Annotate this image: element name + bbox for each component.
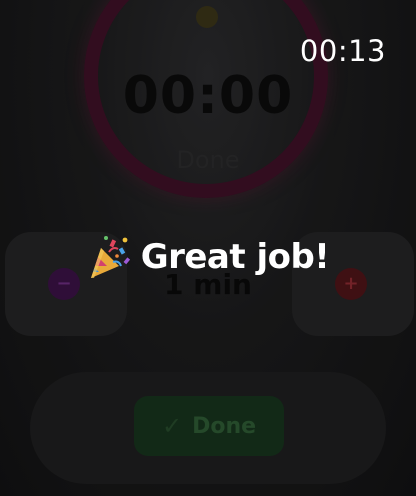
party-popper-icon bbox=[90, 236, 130, 278]
toast-message: Great job! bbox=[140, 237, 330, 277]
watch-screen: 00:00 Done − + 1 min ✓ Done 00:13 Great … bbox=[0, 0, 416, 496]
status-clock: 00:13 bbox=[299, 34, 386, 68]
celebration-toast: Great job! bbox=[0, 234, 416, 280]
